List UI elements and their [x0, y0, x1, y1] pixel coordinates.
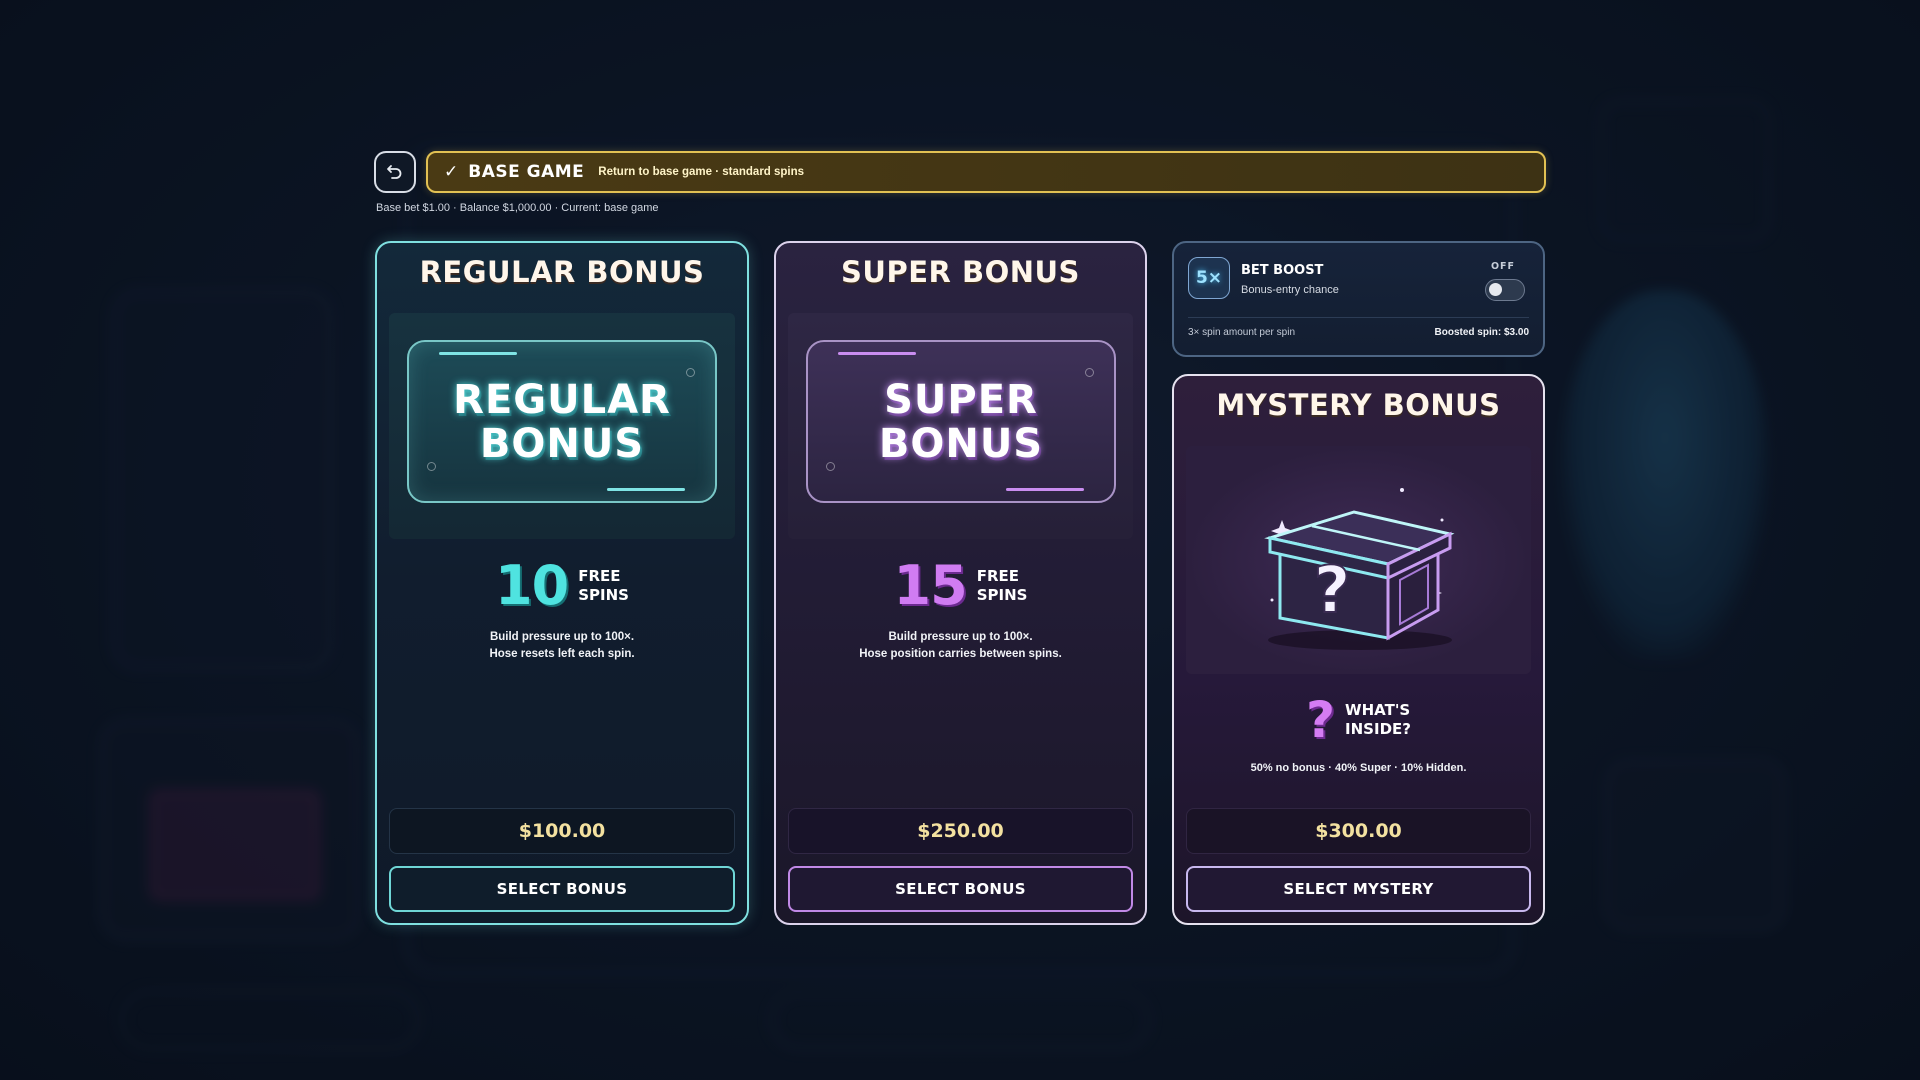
back-button[interactable]: [374, 151, 416, 193]
background-bottom-center-control: [770, 990, 1150, 1050]
svg-text:?: ?: [1313, 554, 1350, 628]
free-spins-info: 15 FREE SPINS: [776, 554, 1145, 617]
free-spins-info: 10 FREE SPINS: [377, 554, 747, 617]
whats-inside-line: INSIDE?: [1345, 720, 1411, 738]
free-spins-label-line: SPINS: [578, 585, 629, 604]
bet-boost-panel: 5× BET BOOST Bonus-entry chance OFF 3× s…: [1172, 241, 1545, 357]
description-line: Hose resets left each spin.: [489, 647, 635, 660]
whats-inside-info: ? WHAT'S INSIDE?: [1174, 691, 1543, 749]
mystery-box-icon: ?: [1264, 488, 1455, 650]
bubble-icon: [1085, 368, 1094, 377]
boost-cost-note: 3× spin amount per spin: [1188, 327, 1296, 338]
bet-boost-subtitle: Bonus-entry chance: [1241, 284, 1339, 296]
free-spins-count: 10: [495, 554, 569, 617]
free-spins-label: FREE SPINS: [578, 567, 629, 605]
select-regular-bonus-button[interactable]: SELECT BONUS: [389, 866, 735, 912]
card-description: Build pressure up to 100×. Hose resets l…: [377, 629, 747, 662]
bet-boost-title: BET BOOST: [1241, 263, 1324, 278]
background-left-panel: [112, 290, 332, 670]
background-right-panel: [1600, 100, 1770, 240]
card-title: REGULAR BONUS: [419, 255, 705, 289]
bonus-price: $100.00: [389, 808, 735, 854]
boosted-spin-amount: Boosted spin: $3.00: [1434, 327, 1529, 338]
whats-inside-line: WHAT'S: [1345, 701, 1411, 720]
background-thumbnail: [150, 790, 320, 900]
free-spins-label: FREE SPINS: [977, 567, 1028, 605]
base-game-button[interactable]: ✓ BASE GAME Return to base game · standa…: [426, 151, 1546, 193]
card-description: Build pressure up to 100×. Hose position…: [776, 629, 1145, 662]
toggle-knob: [1489, 283, 1502, 296]
select-mystery-button[interactable]: SELECT MYSTERY: [1186, 866, 1531, 912]
mystery-bonus-card: MYSTERY BONUS ? ? WHAT'S INSIDE? 50% no …: [1172, 374, 1545, 925]
card-title: MYSTERY BONUS: [1216, 388, 1501, 422]
logo-line: REGULAR: [453, 376, 671, 423]
logo-deco-bar: [838, 352, 916, 355]
status-line: Base bet $1.00 · Balance $1,000.00 · Cur…: [376, 202, 659, 214]
background-bottom-left-control: [120, 990, 420, 1050]
base-game-description: Return to base game · standard spins: [598, 166, 805, 178]
boost-multiplier-badge: 5×: [1188, 257, 1230, 299]
base-game-title: BASE GAME: [468, 162, 585, 182]
bubble-icon: [427, 462, 436, 471]
background-logo: [56, 37, 393, 283]
mystery-odds: 50% no bonus · 40% Super · 10% Hidden.: [1250, 762, 1467, 774]
logo-deco-bar: [607, 488, 685, 491]
undo-arrow-icon: [387, 165, 402, 179]
super-bonus-card: SUPER BONUS SUPER BONUS 15 FREE SPINS Bu…: [774, 241, 1147, 925]
bonus-price: $300.00: [1186, 808, 1531, 854]
bet-boost-state: OFF: [1490, 261, 1515, 272]
logo-line: BONUS: [479, 420, 645, 467]
bubble-icon: [826, 462, 835, 471]
logo-deco-bar: [1006, 488, 1084, 491]
description-line: Hose position carries between spins.: [859, 647, 1062, 660]
check-icon: ✓: [444, 162, 459, 182]
select-super-bonus-button[interactable]: SELECT BONUS: [788, 866, 1133, 912]
logo-line: BONUS: [878, 420, 1044, 467]
card-title: SUPER BONUS: [841, 255, 1080, 289]
whats-inside-label: WHAT'S INSIDE?: [1345, 701, 1411, 739]
background-mascot: [1560, 290, 1770, 660]
bubble-icon: [686, 368, 695, 377]
free-spins-label-line: SPINS: [976, 585, 1028, 604]
bonus-price: $250.00: [788, 808, 1133, 854]
background-spin-panel: [1605, 760, 1785, 930]
description-line: Build pressure up to 100×.: [489, 631, 635, 643]
question-mark-icon: ?: [1306, 691, 1336, 749]
free-spins-label-line: FREE: [976, 566, 1019, 585]
super-bonus-logo: SUPER BONUS: [806, 340, 1116, 503]
divider: [1188, 317, 1529, 318]
free-spins-label-line: FREE: [578, 566, 621, 585]
logo-line: SUPER: [884, 376, 1038, 423]
bet-boost-toggle[interactable]: [1485, 279, 1525, 301]
regular-bonus-logo: REGULAR BONUS: [407, 340, 717, 503]
background-left-panel-lower: [100, 720, 360, 940]
description-line: Build pressure up to 100×.: [888, 631, 1033, 643]
free-spins-count: 15: [893, 554, 968, 617]
regular-bonus-card: REGULAR BONUS REGULAR BONUS 10 FREE SPIN…: [375, 241, 749, 925]
logo-deco-bar: [439, 352, 517, 355]
